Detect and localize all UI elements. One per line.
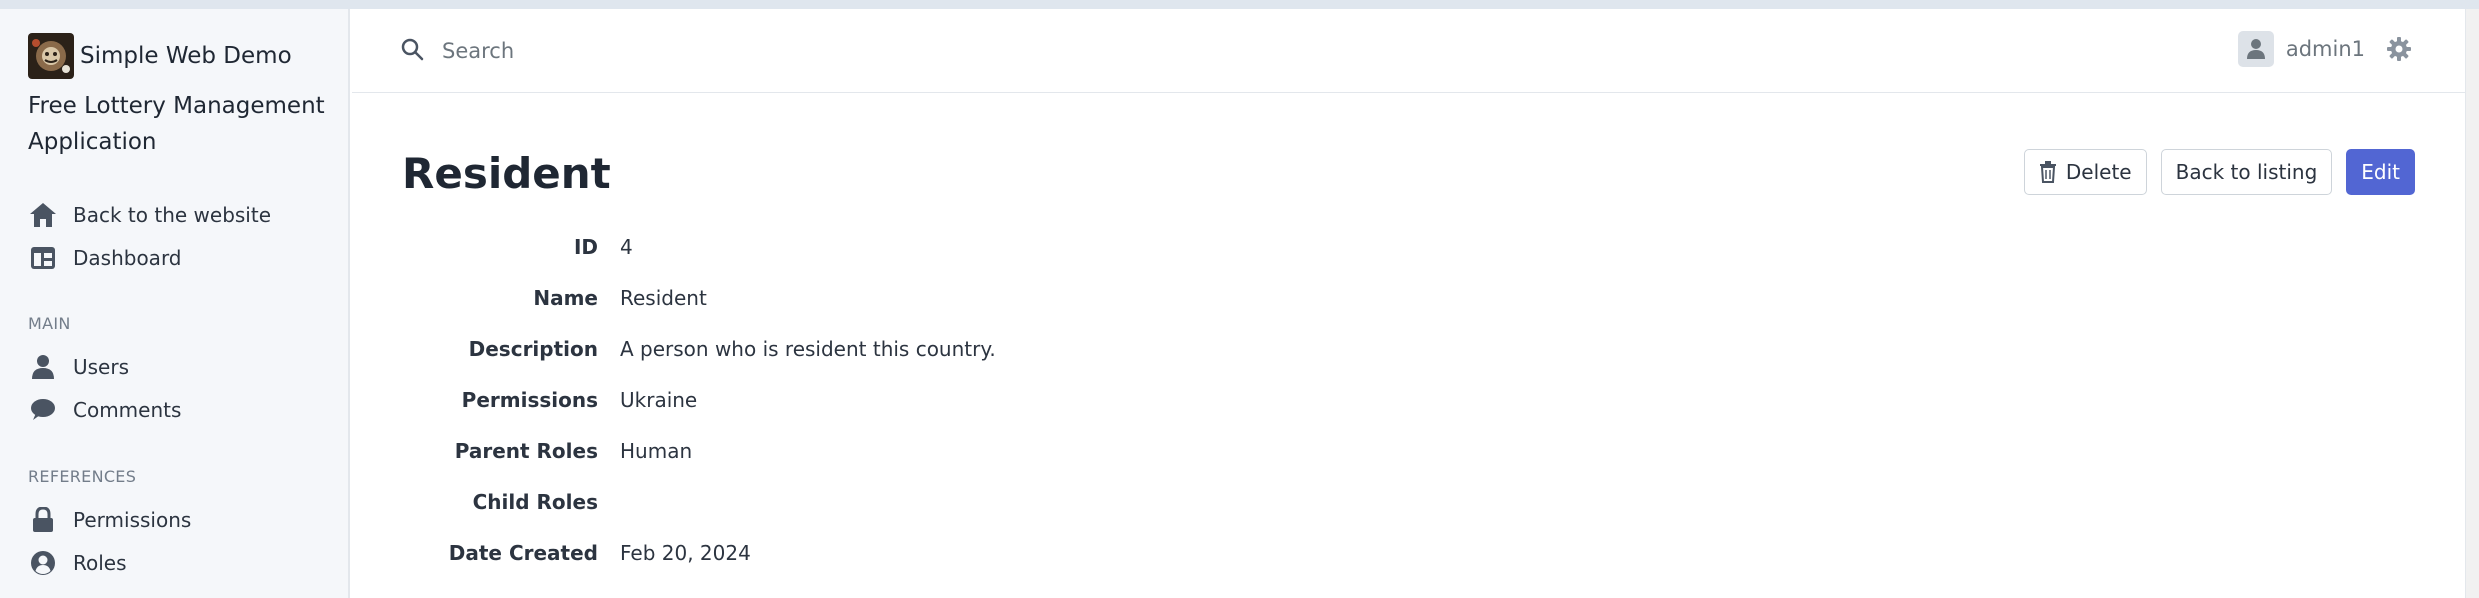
brand-title[interactable]: Simple Web Demo	[80, 43, 292, 69]
delete-button-label: Delete	[2065, 160, 2132, 184]
window-top-strip	[0, 0, 2479, 9]
brand[interactable]: Simple Web Demo Free Lottery Management …	[28, 33, 328, 155]
user-icon	[28, 352, 58, 382]
field-label: ID	[573, 234, 598, 259]
lock-icon	[28, 505, 58, 535]
brand-logo	[28, 33, 74, 79]
page-title: Resident	[402, 149, 611, 198]
detail-row-child-roles: Child Roles	[402, 476, 996, 527]
gear-icon[interactable]	[2385, 35, 2413, 63]
field-label: Permissions	[461, 387, 598, 412]
detail-row-name: Name Resident	[402, 272, 996, 323]
sidebar-section-references: REFERENCES	[28, 467, 137, 486]
field-label: Child Roles	[472, 489, 598, 514]
sidebar-item-dashboard[interactable]: Dashboard	[28, 238, 328, 278]
detail-row-parent-roles: Parent Roles Human	[402, 425, 996, 476]
avatar[interactable]	[2237, 31, 2274, 67]
search-input[interactable]	[442, 39, 942, 63]
brand-subtitle[interactable]: Free Lottery Management Application	[28, 88, 328, 160]
dashboard-icon	[28, 243, 58, 273]
trash-icon	[2039, 161, 2057, 183]
detail-list: ID 4 Name Resident Description A person …	[402, 221, 996, 578]
sidebar-item-label: Users	[73, 355, 130, 379]
sidebar: Simple Web Demo Free Lottery Management …	[0, 9, 350, 598]
sidebar-item-back-to-website[interactable]: Back to the website	[28, 195, 328, 235]
field-value: 4	[620, 234, 633, 259]
top-header: admin1	[352, 9, 2465, 93]
field-value[interactable]: Ukraine	[620, 388, 697, 412]
field-value: A person who is resident this country.	[620, 336, 996, 361]
sidebar-item-label: Comments	[73, 398, 182, 422]
user-circle-icon	[28, 548, 58, 578]
field-label: Name	[533, 285, 598, 310]
page-actions: Delete Back to listing Edit	[2023, 149, 2415, 195]
sidebar-item-permissions[interactable]: Permissions	[28, 500, 328, 540]
page-scrollbar[interactable]	[2465, 9, 2479, 598]
sidebar-item-label: Back to the website	[73, 203, 272, 227]
sidebar-item-label: Permissions	[73, 508, 192, 532]
detail-row-id: ID 4	[402, 221, 996, 272]
username[interactable]: admin1	[2286, 37, 2365, 61]
sidebar-item-roles[interactable]: Roles	[28, 543, 328, 583]
user-menu[interactable]: admin1	[2237, 31, 2413, 67]
search-bar	[400, 29, 1000, 73]
sidebar-item-users[interactable]: Users	[28, 347, 328, 387]
comment-icon	[28, 395, 58, 425]
detail-row-permissions: Permissions Ukraine	[402, 374, 996, 425]
delete-button[interactable]: Delete	[2023, 149, 2147, 195]
edit-button[interactable]: Edit	[2346, 149, 2415, 195]
sidebar-section-main: MAIN	[28, 314, 71, 333]
field-label: Date Created	[448, 540, 598, 565]
field-value[interactable]: Human	[620, 439, 692, 463]
sidebar-item-comments[interactable]: Comments	[28, 390, 328, 430]
detail-row-description: Description A person who is resident thi…	[402, 323, 996, 374]
field-value: Feb 20, 2024	[620, 540, 751, 565]
main-content: admin1	[352, 9, 2465, 598]
search-icon	[400, 37, 424, 65]
detail-row-date-created: Date Created Feb 20, 2024	[402, 527, 996, 578]
back-to-listing-button[interactable]: Back to listing	[2160, 149, 2333, 195]
sidebar-item-label: Dashboard	[73, 246, 182, 270]
field-label: Parent Roles	[454, 438, 598, 463]
field-label: Description	[468, 336, 598, 361]
field-value: Resident	[620, 285, 707, 310]
sidebar-item-label: Roles	[73, 551, 127, 575]
home-icon	[28, 200, 58, 230]
